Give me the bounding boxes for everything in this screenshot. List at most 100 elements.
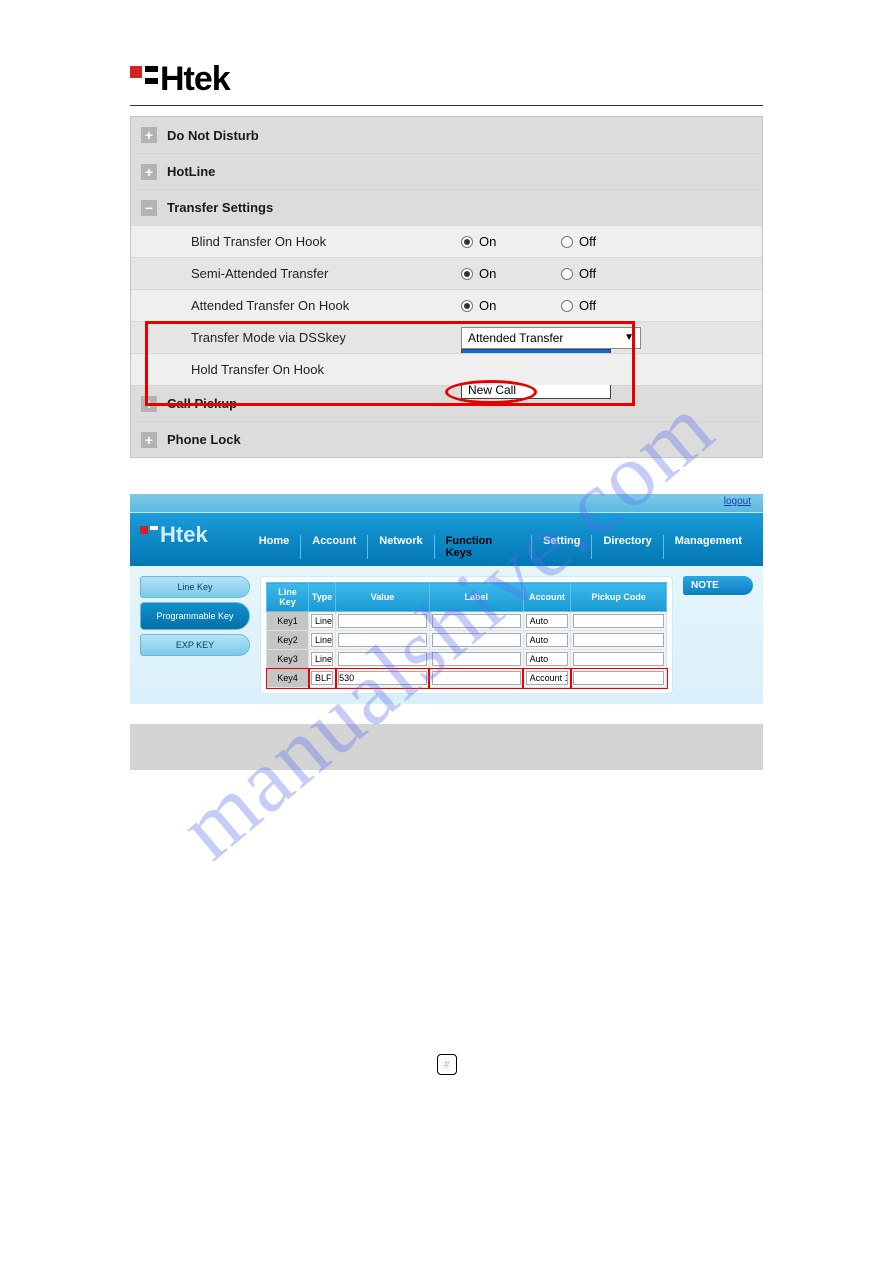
- value-input[interactable]: [338, 633, 427, 647]
- pickup-input[interactable]: [573, 671, 664, 685]
- webui-logo-text: Htek: [160, 522, 208, 548]
- type-select[interactable]: Line: [311, 652, 333, 666]
- logout-link[interactable]: logout: [724, 496, 751, 507]
- col-pickup-code: Pickup Code: [571, 583, 667, 612]
- setting-label: Attended Transfer On Hook: [191, 298, 461, 313]
- sidenav-line-key[interactable]: Line Key: [140, 576, 250, 598]
- body-text-area: #: [130, 1050, 763, 1075]
- radio-off[interactable]: [561, 300, 573, 312]
- radio-on[interactable]: [461, 236, 473, 248]
- accordion-title: Phone Lock: [167, 432, 241, 447]
- expand-icon: +: [141, 396, 157, 412]
- value-input[interactable]: [338, 671, 427, 685]
- setting-semi-attended: Semi-Attended Transfer On Off: [131, 257, 762, 289]
- webui-topbar: logout: [130, 494, 763, 512]
- accordion-do-not-disturb[interactable]: + Do Not Disturb: [131, 117, 762, 153]
- accordion-title: Do Not Disturb: [167, 128, 259, 143]
- nav-management[interactable]: Management: [664, 535, 753, 559]
- account-select[interactable]: Auto: [526, 614, 569, 628]
- radio-on-label: On: [479, 234, 496, 249]
- radio-on[interactable]: [461, 268, 473, 280]
- setting-blind-transfer: Blind Transfer On Hook On Off: [131, 225, 762, 257]
- table-row: Key2Line Auto: [267, 631, 667, 650]
- radio-off[interactable]: [561, 236, 573, 248]
- setting-label: Semi-Attended Transfer: [191, 266, 461, 281]
- webui-screenshot: logout Htek Home Account Network Functio…: [130, 494, 763, 704]
- logo-icon: [130, 66, 158, 94]
- radio-on[interactable]: [461, 300, 473, 312]
- row-key-label: Key4: [267, 669, 309, 688]
- accordion-transfer-settings[interactable]: − Transfer Settings: [131, 189, 762, 225]
- pickup-input[interactable]: [573, 633, 664, 647]
- table-row: Key3Line Auto: [267, 650, 667, 669]
- webui-sidenav: Line Key Programmable Key EXP KEY: [140, 576, 250, 660]
- key-table-container: Line Key Type Value Label Account Pickup…: [260, 576, 673, 694]
- radio-off-label: Off: [579, 298, 596, 313]
- row-key-label: Key3: [267, 650, 309, 669]
- accordion-title: HotLine: [167, 164, 215, 179]
- radio-off[interactable]: [561, 268, 573, 280]
- setting-attended-transfer: Attended Transfer On Hook On Off: [131, 289, 762, 321]
- setting-label: Hold Transfer On Hook: [191, 362, 461, 377]
- account-select[interactable]: Account 1: [526, 671, 569, 685]
- label-input[interactable]: [432, 671, 521, 685]
- row-key-label: Key1: [267, 612, 309, 631]
- brand-logo: Htek: [130, 60, 763, 99]
- radio-on-label: On: [479, 298, 496, 313]
- account-select[interactable]: Auto: [526, 633, 569, 647]
- col-type: Type: [309, 583, 336, 612]
- nav-home[interactable]: Home: [248, 535, 302, 559]
- logo-text: Htek: [160, 60, 230, 99]
- setting-transfer-mode-dsskey: Transfer Mode via DSSkey Attended Transf…: [131, 321, 762, 353]
- accordion-hotline[interactable]: + HotLine: [131, 153, 762, 189]
- value-input[interactable]: [338, 614, 427, 628]
- hash-key-icon: #: [437, 1054, 457, 1075]
- collapse-icon: −: [141, 200, 157, 216]
- webui-header: Htek Home Account Network Function Keys …: [130, 512, 763, 566]
- col-value: Value: [336, 583, 430, 612]
- value-input[interactable]: [338, 652, 427, 666]
- select-value: Attended Transfer: [468, 331, 563, 345]
- col-line-key: Line Key: [267, 583, 309, 612]
- radio-on-label: On: [479, 266, 496, 281]
- table-row: Key1Line Auto: [267, 612, 667, 631]
- label-input[interactable]: [432, 633, 521, 647]
- radio-off-label: Off: [579, 234, 596, 249]
- accordion-phone-lock[interactable]: + Phone Lock: [131, 421, 762, 457]
- label-input[interactable]: [432, 614, 521, 628]
- label-input[interactable]: [432, 652, 521, 666]
- pickup-input[interactable]: [573, 652, 664, 666]
- transfer-mode-select[interactable]: Attended Transfer ▼: [461, 327, 641, 349]
- chevron-down-icon: ▼: [624, 332, 634, 343]
- sidenav-programmable-key[interactable]: Programmable Key: [140, 602, 250, 630]
- note-panel: NOTE: [683, 576, 753, 595]
- nav-function-keys[interactable]: Function Keys: [435, 535, 533, 559]
- accordion-call-pickup[interactable]: + Call Pickup: [131, 385, 762, 421]
- col-account: Account: [523, 583, 571, 612]
- table-row: Key4BLF Account 1: [267, 669, 667, 688]
- radio-off-label: Off: [579, 266, 596, 281]
- type-select[interactable]: Line: [311, 633, 333, 647]
- note-box: [130, 724, 763, 770]
- nav-network[interactable]: Network: [368, 535, 434, 559]
- expand-icon: +: [141, 164, 157, 180]
- expand-icon: +: [141, 432, 157, 448]
- settings-screenshot: + Do Not Disturb + HotLine − Transfer Se…: [0, 116, 893, 458]
- account-select[interactable]: Auto: [526, 652, 569, 666]
- accordion-title: Call Pickup: [167, 396, 237, 411]
- row-key-label: Key2: [267, 631, 309, 650]
- setting-hold-transfer: Hold Transfer On Hook: [131, 353, 762, 385]
- type-select[interactable]: BLF: [311, 671, 333, 685]
- pickup-input[interactable]: [573, 614, 664, 628]
- type-select[interactable]: Line: [311, 614, 333, 628]
- webui-nav: Home Account Network Function Keys Setti…: [248, 535, 753, 559]
- setting-label: Blind Transfer On Hook: [191, 234, 461, 249]
- webui-logo: Htek: [140, 522, 208, 548]
- nav-account[interactable]: Account: [301, 535, 368, 559]
- nav-directory[interactable]: Directory: [592, 535, 663, 559]
- accordion-title: Transfer Settings: [167, 200, 273, 215]
- setting-label: Transfer Mode via DSSkey: [191, 330, 461, 345]
- note-label: NOTE: [683, 576, 753, 595]
- sidenav-exp-key[interactable]: EXP KEY: [140, 634, 250, 656]
- nav-setting[interactable]: Setting: [532, 535, 592, 559]
